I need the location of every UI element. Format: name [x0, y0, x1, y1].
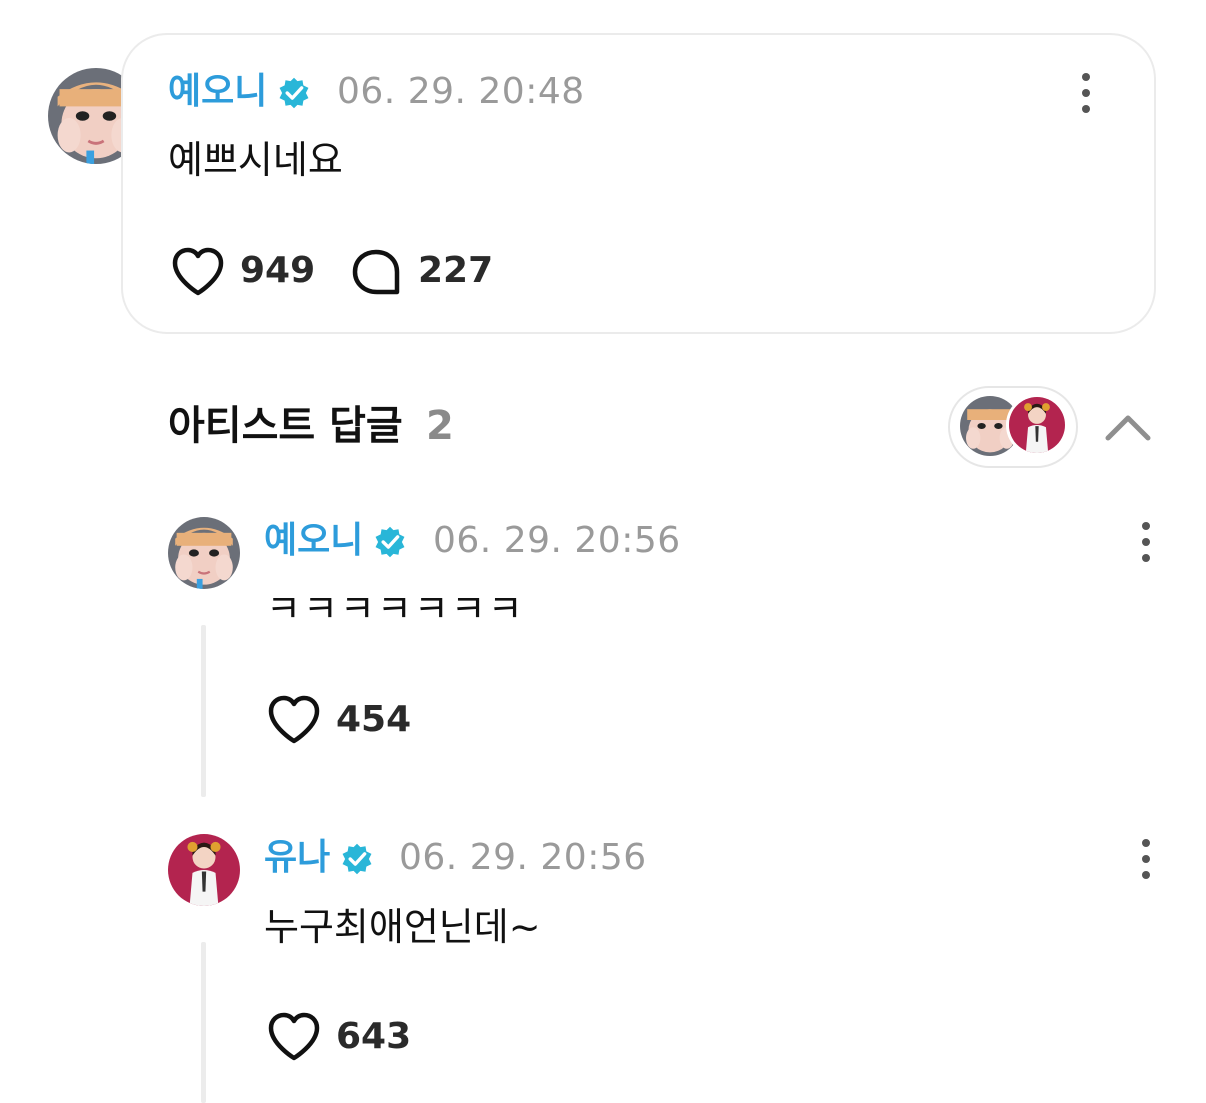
verified-badge-icon: [340, 842, 374, 876]
artist-avatar-yuna: [1006, 394, 1068, 456]
verified-badge-icon: [277, 76, 311, 110]
reply-2-author-name[interactable]: 유나: [264, 840, 330, 876]
reply-1-timestamp: 06. 29. 20:56: [433, 520, 681, 561]
heart-icon[interactable]: [267, 1012, 321, 1062]
reply-2-thread-line: [201, 942, 206, 1103]
post-author-name[interactable]: 예오니: [168, 74, 267, 110]
reply-2-author-avatar[interactable]: [168, 834, 240, 906]
more-vertical-icon[interactable]: [1136, 837, 1156, 881]
post-like-count: 949: [240, 250, 316, 291]
post-comment-count: 227: [418, 250, 494, 291]
artist-replies-title: 아티스트 답글: [168, 403, 403, 449]
post-timestamp: 06. 29. 20:48: [337, 71, 585, 112]
artist-replies-count: 2: [426, 403, 454, 449]
post-text: 예쁘시네요: [168, 138, 343, 182]
verified-badge-icon: [373, 525, 407, 559]
reply-2-text: 누구최애언닌데~: [264, 905, 541, 949]
reply-2-timestamp: 06. 29. 20:56: [399, 837, 647, 878]
artist-avatars-stack[interactable]: [948, 386, 1078, 468]
chevron-up-icon[interactable]: [1103, 408, 1153, 444]
more-vertical-icon[interactable]: [1136, 520, 1156, 564]
speech-bubble-icon[interactable]: [351, 248, 401, 296]
reply-1-text: ㅋㅋㅋㅋㅋㅋㅋ: [266, 587, 525, 631]
reply-1-author-name[interactable]: 예오니: [264, 523, 363, 559]
heart-icon[interactable]: [267, 695, 321, 745]
reply-2-like-count: 643: [336, 1016, 412, 1057]
heart-icon[interactable]: [171, 247, 225, 297]
reply-1-author-avatar[interactable]: [168, 517, 240, 589]
reply-1-thread-line: [201, 625, 206, 797]
comment-thread-page: 예오니 06. 29. 20:48 예쁘시네요 949 227 아티스트 답글 …: [0, 0, 1206, 1103]
more-vertical-icon[interactable]: [1076, 71, 1096, 115]
reply-1-like-count: 454: [336, 699, 412, 740]
